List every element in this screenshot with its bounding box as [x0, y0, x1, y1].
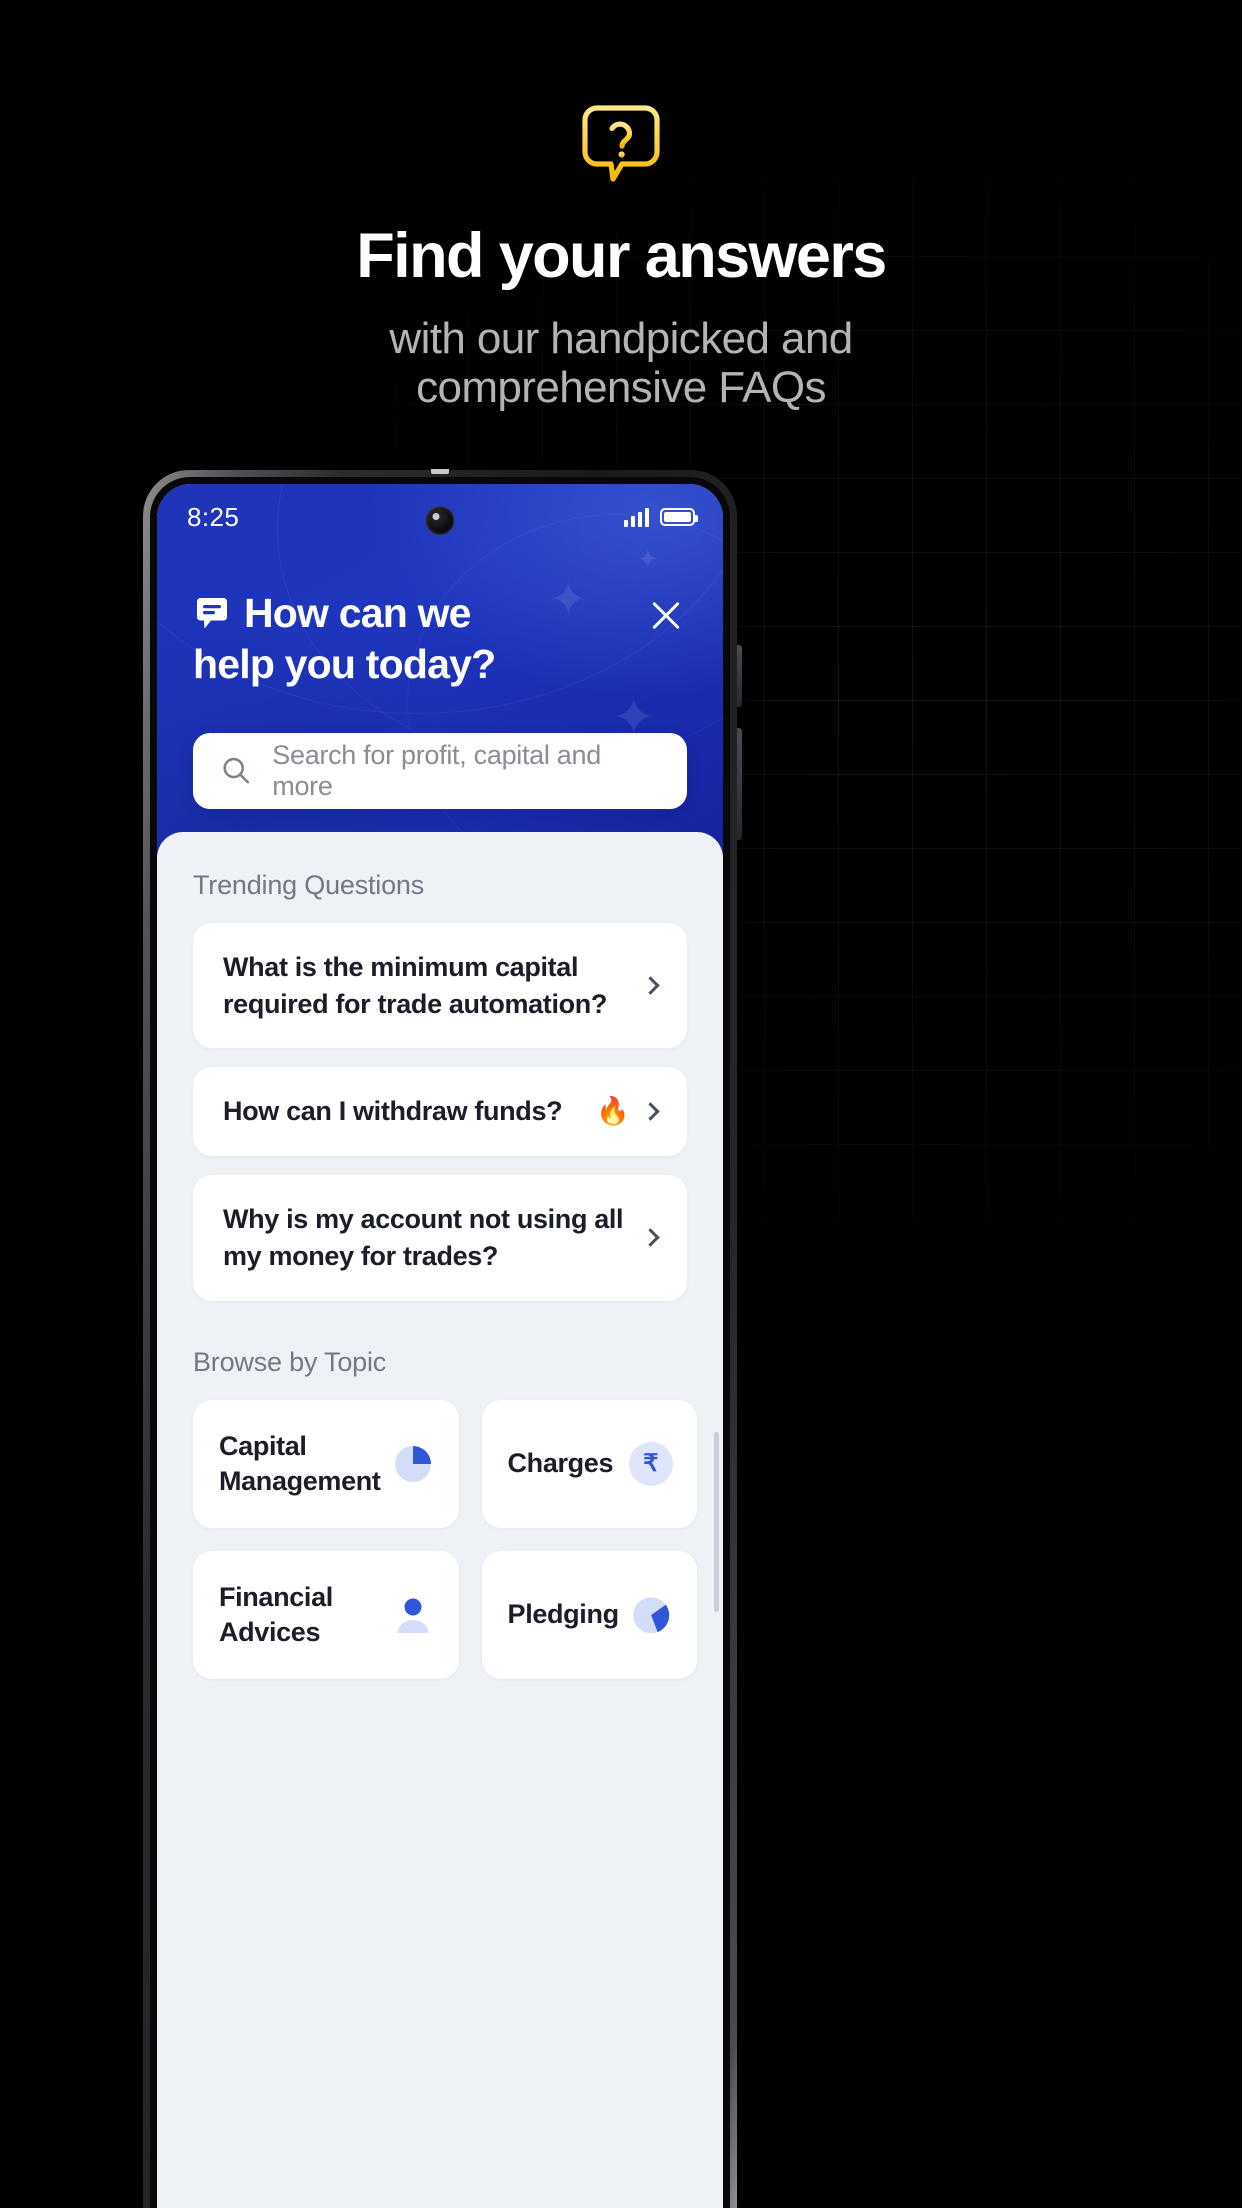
search-container: Search for profit, capital and more: [193, 732, 687, 809]
chat-bubble-icon: [197, 598, 227, 629]
pie-chart-icon: [394, 1445, 431, 1482]
search-input[interactable]: Search for profit, capital and more: [193, 732, 687, 809]
phone-mockup: ✦ ✦ ✦ 8:25 How can we help you today? Se…: [143, 469, 742, 2208]
scroll-indicator[interactable]: [714, 1432, 719, 1612]
faq-header-title-line-1: How can we: [244, 590, 471, 636]
hero-section: Find your answers with our handpicked an…: [0, 0, 1242, 412]
chevron-right-icon: [641, 1228, 660, 1248]
punch-hole-camera: [425, 506, 455, 535]
phone-side-button-top[interactable]: [737, 645, 742, 707]
topic-grid: Capital Management Charges ₹ Financial A: [193, 1399, 697, 1679]
search-placeholder: Search for profit, capital and more: [272, 739, 601, 801]
phone-speaker-nub: [431, 469, 449, 474]
chevron-right-icon: [641, 1102, 660, 1121]
hero-subtitle-line-2: comprehensive FAQs: [416, 363, 826, 413]
topic-card-charges[interactable]: Charges ₹: [481, 1399, 697, 1528]
chevron-right-icon: [641, 976, 660, 995]
phone-bezel: ✦ ✦ ✦ 8:25 How can we help you today? Se…: [150, 477, 730, 2208]
topic-card-title: Pledging: [507, 1599, 620, 1630]
trending-question-text: What is the minimum capital required for…: [223, 952, 608, 1019]
fire-icon: 🔥: [596, 1096, 630, 1127]
status-bar: 8:25: [157, 484, 723, 550]
close-icon[interactable]: [645, 594, 687, 636]
trending-questions-label: Trending Questions: [193, 870, 425, 900]
rupee-icon: ₹: [628, 1441, 673, 1486]
trending-question-text: How can I withdraw funds?: [223, 1096, 563, 1127]
person-icon: [397, 1598, 429, 1633]
phone-side-button-bottom[interactable]: [737, 728, 742, 840]
topic-card-capital-management[interactable]: Capital Management: [193, 1399, 459, 1528]
topic-card-title: Capital Management: [219, 1431, 381, 1496]
hero-subtitle: with our handpicked and comprehensive FA…: [0, 314, 1242, 413]
topic-card-pledging[interactable]: Pledging: [481, 1550, 697, 1679]
topic-card-title: Financial Advices: [219, 1582, 333, 1647]
topic-card-title: Charges: [507, 1448, 614, 1479]
hero-subtitle-line-1: with our handpicked and: [389, 313, 853, 363]
battery-full-icon: [660, 508, 698, 526]
browse-by-topic-label: Browse by Topic: [193, 1346, 387, 1377]
status-bar-clock: 8:25: [187, 501, 240, 532]
faq-header-row: How can we help you today?: [157, 550, 723, 690]
faq-header-panel: ✦ ✦ ✦ 8:25 How can we help you today? Se…: [157, 484, 723, 856]
hero-title: Find your answers: [356, 221, 887, 291]
status-bar-indicators: [623, 507, 698, 527]
faq-header-title: How can we help you today?: [193, 588, 496, 690]
trending-question-row[interactable]: What is the minimum capital required for…: [193, 923, 687, 1049]
trending-question-row[interactable]: How can I withdraw funds? 🔥: [193, 1067, 687, 1157]
phone-screen: ✦ ✦ ✦ 8:25 How can we help you today? Se…: [157, 484, 723, 2208]
pie-chart-icon: [632, 1596, 669, 1633]
page-root: Find your answers with our handpicked an…: [0, 0, 1242, 2208]
topic-card-financial-advices[interactable]: Financial Advices: [193, 1550, 459, 1679]
faq-header-title-line-2: help you today?: [193, 640, 496, 687]
question-speech-bubble-icon: [582, 105, 660, 182]
trending-question-text: Why is my account not using all my money…: [223, 1204, 624, 1271]
trending-question-row[interactable]: Why is my account not using all my money…: [193, 1175, 687, 1301]
faq-content-sheet: Trending Questions What is the minimum c…: [157, 832, 723, 2208]
search-icon: [223, 757, 250, 784]
cellular-signal-icon: [623, 507, 649, 527]
